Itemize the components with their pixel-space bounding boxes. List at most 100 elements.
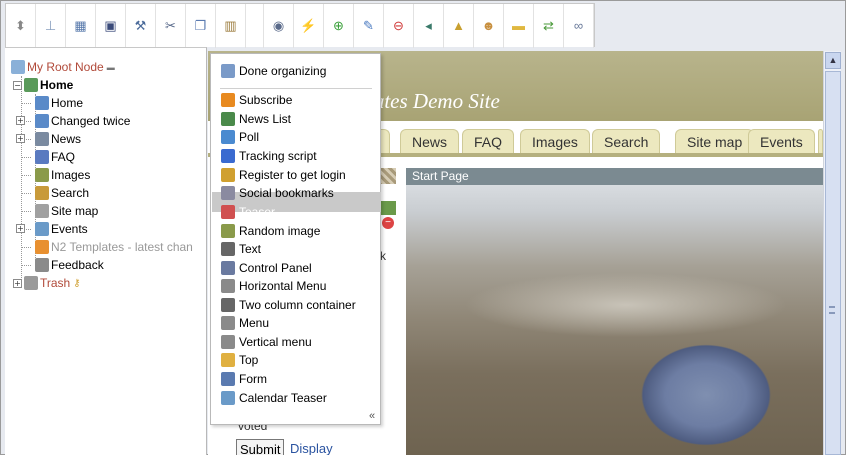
expand-toggle-icon[interactable]: + (13, 278, 22, 288)
nav-tab[interactable]: FAQ (462, 129, 515, 153)
link-icon: ∞ (573, 18, 584, 33)
bookmarks-icon (221, 186, 235, 200)
menu-item-two-column-container[interactable]: Two column container (221, 296, 356, 314)
tree-node[interactable]: + News (16, 130, 81, 148)
building-button[interactable]: ▣ (96, 3, 126, 48)
edit-button[interactable]: ✎ (354, 3, 384, 48)
form-icon (221, 372, 235, 386)
tree-node[interactable]: Feedback (21, 256, 104, 274)
root-node-label[interactable]: My Root Node (27, 60, 104, 74)
menu-item-vertical-menu[interactable]: Vertical menu (221, 333, 312, 351)
eye-button[interactable]: ◉ (264, 3, 294, 48)
nav-tab[interactable]: Site map (675, 129, 755, 153)
tree-node[interactable]: Search (21, 184, 89, 202)
tree-node[interactable]: Site map (21, 202, 98, 220)
menu-item-tracking-script[interactable]: Tracking script (221, 147, 317, 165)
tree-node[interactable]: + Changed twice (16, 112, 130, 130)
wrench-button[interactable]: ⚒ (126, 3, 156, 48)
expand-toggle-icon[interactable]: + (16, 134, 25, 143)
tree-structure-button[interactable]: ⊥ (36, 3, 66, 48)
menu-item-teaser[interactable]: Teaser (221, 203, 275, 221)
menu-item-control-panel[interactable]: Control Panel (221, 259, 312, 277)
move-left-icon: ◂ (425, 17, 432, 33)
tree-node[interactable]: + Events (16, 220, 88, 238)
copy-button[interactable]: ❐ (186, 3, 216, 48)
menu-item-top[interactable]: Top (221, 351, 258, 369)
paste-button[interactable]: ▥ (216, 3, 246, 48)
tree-trash-node[interactable]: + Trash ⚷ (13, 274, 81, 292)
menu-item-poll[interactable]: Poll (221, 128, 259, 146)
page-list-button[interactable]: ▦ (66, 3, 96, 48)
key-icon: ⚷ (73, 277, 81, 289)
menu-item-subscribe[interactable]: Subscribe (221, 91, 292, 109)
tree-node-label[interactable]: Events (51, 222, 88, 236)
add-button[interactable]: ⊕ (324, 3, 354, 48)
menu-item-label: Top (239, 353, 259, 367)
scrollbar-grip (829, 306, 835, 314)
poll-display-link[interactable]: Display (290, 441, 333, 455)
nav-tab[interactable]: Images (520, 129, 590, 153)
menu-item-menu[interactable]: Menu (221, 314, 269, 332)
expand-toggle-icon[interactable]: + (16, 116, 25, 125)
tree-node[interactable]: Home (21, 94, 83, 112)
news-icon (35, 132, 49, 146)
vertical-scrollbar[interactable]: ▲ (823, 51, 841, 455)
menu-item-random-image[interactable]: Random image (221, 222, 320, 240)
move-left-button[interactable]: ◂ (414, 3, 444, 48)
start-page-bar: Start Page (406, 168, 823, 185)
delete-button[interactable]: ⊖ (384, 3, 414, 48)
collapse-toggle-icon[interactable]: − (13, 80, 22, 90)
images-icon (35, 168, 49, 182)
root-options-icon[interactable]: ▬ (107, 63, 115, 72)
menu-icon (221, 279, 235, 293)
text-icon (221, 242, 235, 256)
tree-root-node[interactable]: My Root Node ▬ (11, 58, 115, 76)
remove-part-icon[interactable]: − (382, 217, 394, 229)
move-arrows-button[interactable]: ⬍ (6, 3, 36, 48)
menu-item-label: Random image (239, 224, 321, 238)
tree-node-label[interactable]: N2 Templates - latest chan (51, 240, 193, 254)
menu-item-done-organizing[interactable]: Done organizing (221, 62, 326, 80)
users-button[interactable]: ☻ (474, 3, 504, 48)
magic-wand-button[interactable]: ⚡ (294, 3, 324, 48)
tree-node-label[interactable]: News (51, 132, 81, 146)
scroll-up-icon[interactable]: ▲ (825, 52, 841, 69)
menu-item-text[interactable]: Text (221, 240, 261, 258)
menu-item-form[interactable]: Form (221, 370, 267, 388)
nav-tab[interactable]: News (400, 129, 460, 153)
menu-item-label: Two column container (239, 298, 356, 312)
expand-toggle-icon[interactable]: + (16, 224, 25, 233)
menu-item-social-bookmarks[interactable]: Social bookmarks (221, 184, 334, 202)
tree-node-label[interactable]: Images (51, 168, 90, 182)
tree-structure-icon: ⊥ (44, 17, 57, 33)
poll-submit-button[interactable]: Submit (236, 439, 285, 455)
tree-node-label[interactable]: Changed twice (51, 114, 130, 128)
menu-item-register-to-get-login[interactable]: Register to get login (221, 166, 346, 184)
users-icon: ☻ (481, 18, 496, 33)
tree-node-label[interactable]: Site map (51, 204, 98, 218)
menu-item-calendar-teaser[interactable]: Calendar Teaser (221, 389, 327, 407)
tree-node-label[interactable]: Home (51, 96, 83, 110)
lock-button[interactable]: ▲ (444, 3, 474, 48)
menu-item-news-list[interactable]: News List (221, 110, 291, 128)
tree-node[interactable]: FAQ (21, 148, 75, 166)
tree-node[interactable]: N2 Templates - latest chan (21, 238, 193, 256)
collapse-menu-icon[interactable]: « (369, 410, 375, 422)
scrollbar-thumb[interactable] (825, 71, 841, 455)
toolbar-filler (649, 3, 841, 47)
menu-item-horizontal-menu[interactable]: Horizontal Menu (221, 277, 326, 295)
tree-node[interactable]: Images (21, 166, 90, 184)
swap-button[interactable]: ⇄ (534, 3, 564, 48)
link-button[interactable]: ∞ (564, 3, 594, 48)
tree-home-node[interactable]: − Home (13, 76, 73, 94)
nav-tab[interactable]: Events (748, 129, 815, 153)
site-title: lates Demo Site (368, 89, 500, 113)
tree-node-label[interactable]: FAQ (51, 150, 75, 164)
tree-node-label[interactable]: Search (51, 186, 89, 200)
trash-label[interactable]: Trash (40, 276, 70, 290)
nav-tab[interactable]: Search (592, 129, 661, 153)
folder-button[interactable]: ▬ (504, 3, 534, 48)
scissors-button[interactable]: ✂ (156, 3, 186, 48)
home-node-label[interactable]: Home (40, 78, 73, 92)
tree-node-label[interactable]: Feedback (51, 258, 104, 272)
